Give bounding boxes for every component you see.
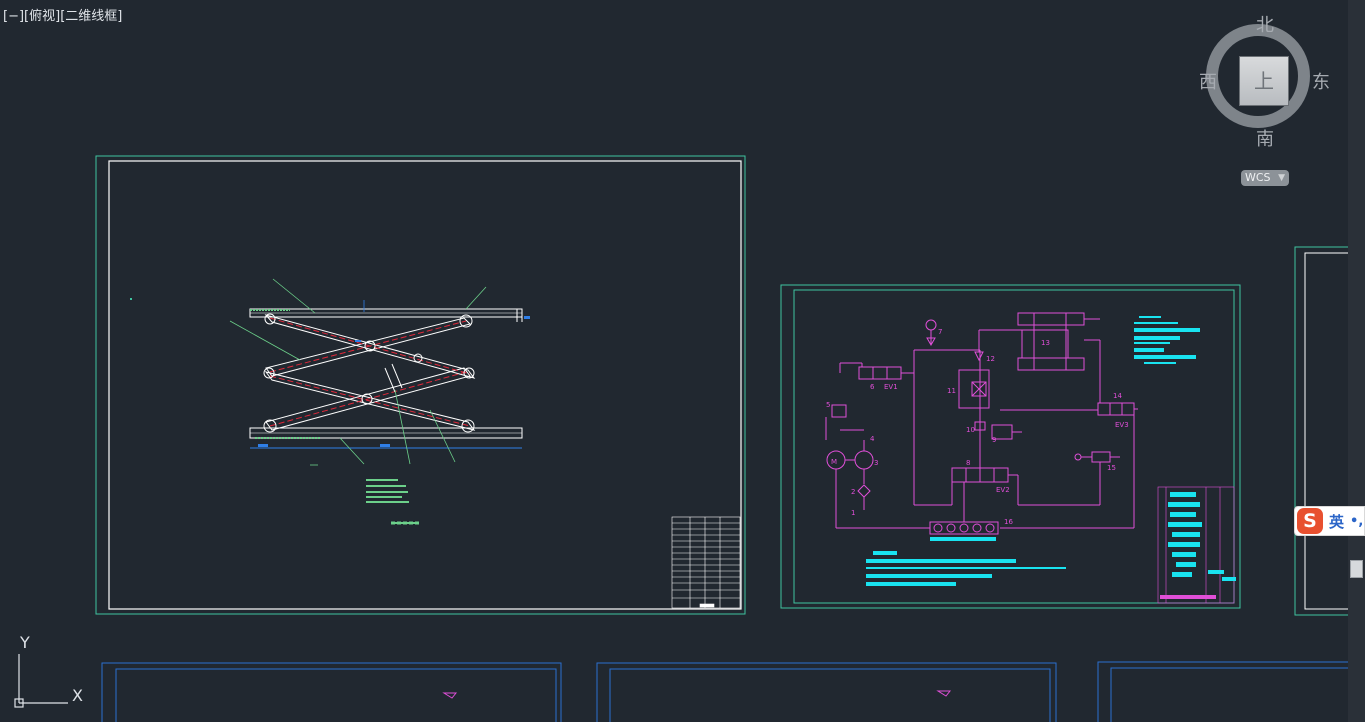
wcs-menu-button[interactable]: WCS ▼ [1241,170,1289,186]
label-4: 4 [870,435,875,443]
label-ev2: EV2 [996,486,1010,494]
view-control[interactable]: [俯视] [24,9,60,24]
label-2: 2 [851,488,855,496]
visual-style-control[interactable]: [二维线框] [60,9,122,24]
viewport-minimize-control[interactable]: [−] [3,9,24,24]
compass-west[interactable]: 西 [1199,74,1217,92]
label-ev1: EV1 [884,383,898,391]
label-1: 1 [851,509,855,517]
label-16: 16 [1004,518,1013,526]
label-3: 3 [874,459,878,467]
partial-sheet-right[interactable] [1294,246,1356,616]
scissor-base [249,427,523,449]
scissor-top-platform [249,308,523,322]
compass-east[interactable]: 东 [1312,74,1330,92]
scissor-title-block [671,516,741,609]
ucs-x-label: X [72,686,83,705]
sogou-logo-icon[interactable]: S [1297,508,1323,534]
hydraulic-title-block [1157,486,1236,604]
hydraulic-circuit [825,312,1138,535]
ime-language-toggle[interactable]: 英 [1329,511,1344,532]
scissor-notes [366,479,420,525]
scissor-arms [263,313,476,433]
ucs-icon [14,654,68,708]
viewcube[interactable]: 北 南 东 西 上 WCS ▼ [1198,14,1334,190]
label-6: 6 [870,383,875,391]
viewport-controls: [−][俯视][二维线框] [3,5,122,24]
label-12: 12 [986,355,995,363]
hydraulic-notes [866,316,1200,586]
label-10: 10 [966,426,975,434]
vertical-scrollbar[interactable] [1348,0,1365,722]
chevron-down-icon: ▼ [1278,173,1285,183]
label-11: 11 [947,387,956,395]
ucs-y-label: Y [20,633,30,652]
label-m: M [831,458,837,466]
hydraulic-sheet[interactable]: 7 13 12 11 6 EV1 5 4 3 M 2 1 10 9 8 EV2 … [780,284,1241,609]
compass-north[interactable]: 北 [1256,17,1274,35]
scrollbar-thumb[interactable] [1350,560,1363,578]
label-15: 15 [1107,464,1116,472]
bottom-sheet-1[interactable] [101,662,562,722]
wcs-label: WCS [1245,171,1271,184]
label-9: 9 [992,436,996,444]
label-ev3: EV3 [1115,421,1129,429]
label-13: 13 [1041,339,1050,347]
label-14: 14 [1113,392,1122,400]
label-7: 7 [938,328,942,336]
cad-drawing-canvas[interactable]: 7 13 12 11 6 EV1 5 4 3 M 2 1 10 9 8 EV2 … [0,0,1365,722]
ime-toolbar[interactable]: S 英 •, [1294,506,1365,536]
scissor-lift-sheet[interactable] [95,155,746,615]
label-5: 5 [826,401,830,409]
bottom-sheet-3[interactable] [1097,661,1362,722]
ime-punctuation-toggle[interactable]: •, [1350,514,1363,529]
viewcube-top-face[interactable]: 上 [1239,56,1289,106]
compass-south[interactable]: 南 [1256,131,1274,149]
label-8: 8 [966,459,970,467]
bottom-sheet-2[interactable] [596,662,1057,722]
